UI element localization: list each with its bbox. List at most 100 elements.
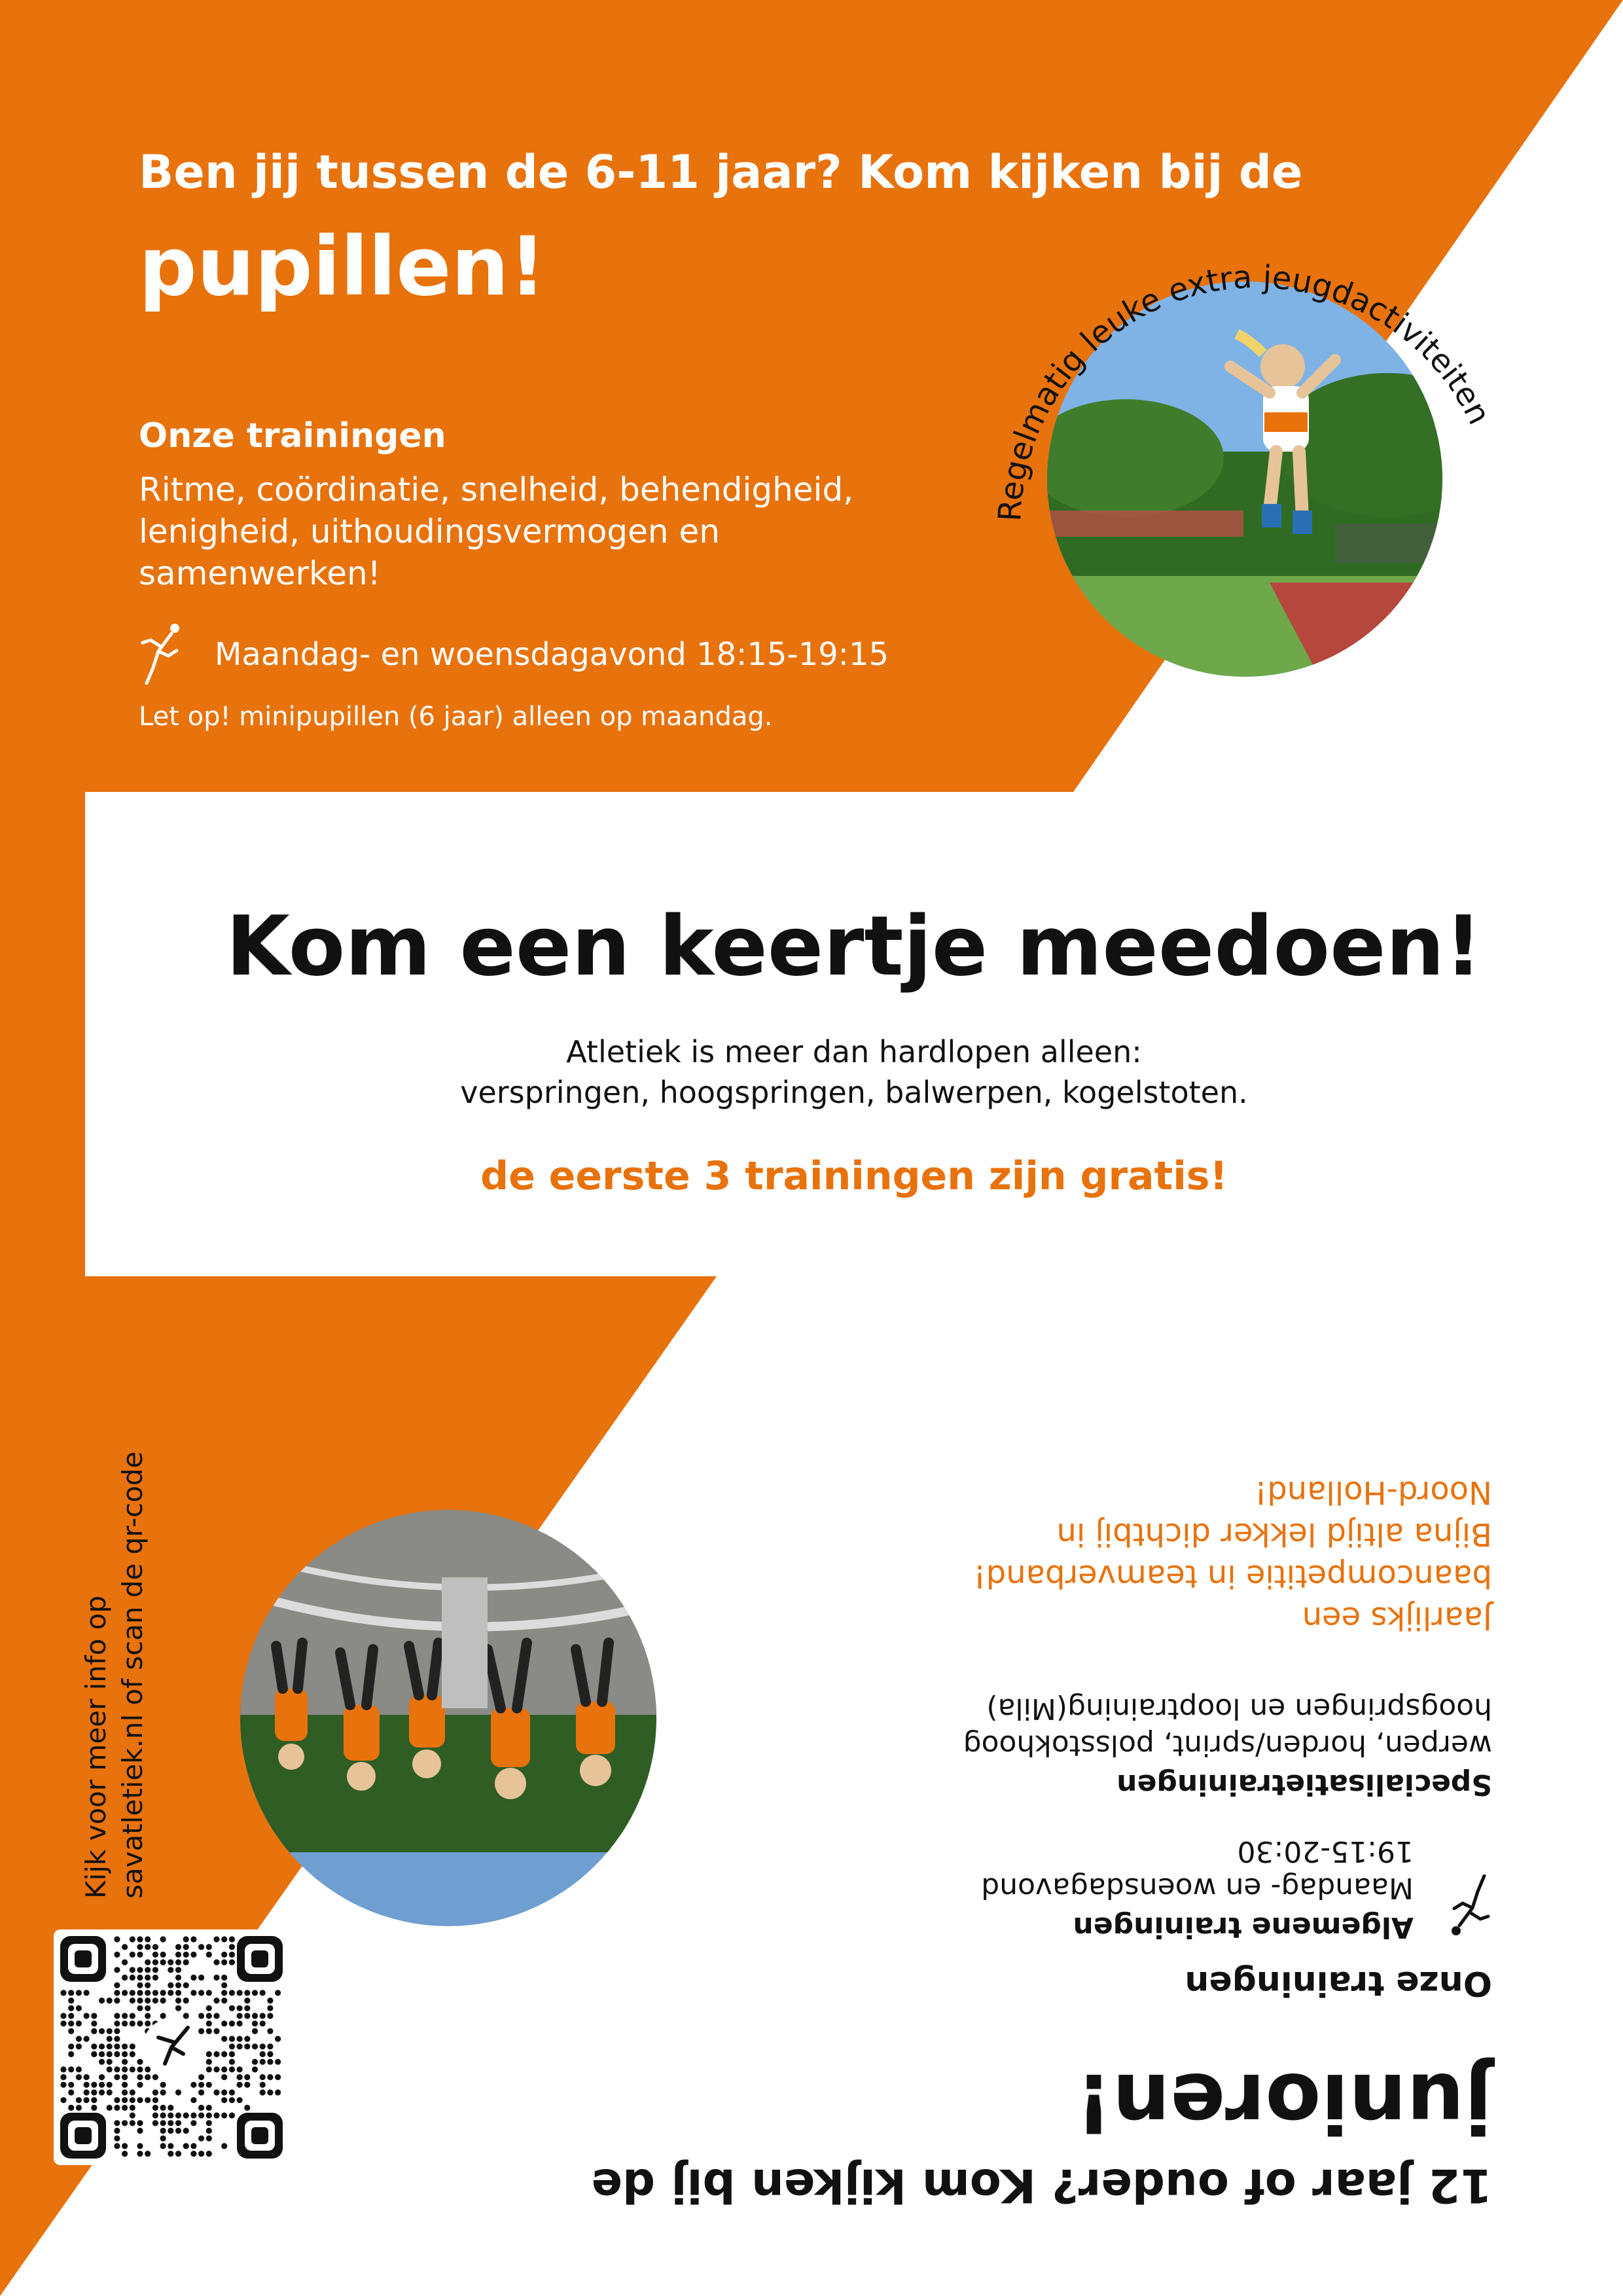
qr-module bbox=[183, 1944, 189, 1950]
qr-module bbox=[236, 1990, 243, 1996]
qr-module bbox=[221, 1974, 228, 1981]
qr-module bbox=[145, 2097, 151, 2104]
qr-module bbox=[75, 2005, 82, 2011]
qr-module bbox=[160, 2112, 166, 2119]
qr-module bbox=[205, 2120, 212, 2126]
qr-module bbox=[275, 2089, 281, 2096]
qr-code[interactable] bbox=[54, 1929, 289, 2165]
qr-module bbox=[129, 2043, 135, 2050]
qr-module bbox=[244, 2074, 251, 2081]
qr-module bbox=[236, 2066, 243, 2073]
qr-module bbox=[114, 2097, 120, 2104]
qr-module bbox=[152, 1944, 158, 1950]
qr-module bbox=[168, 1982, 174, 1988]
middle-offer: de eerste 3 trainingen zijn gratis! bbox=[480, 1153, 1228, 1199]
qr-module bbox=[221, 1982, 228, 1988]
junioren-specialist-text-1: werpen, horden/sprint, polsstokhoog bbox=[963, 1729, 1492, 1762]
qr-module bbox=[168, 2143, 174, 2149]
qr-module bbox=[190, 1936, 197, 1943]
qr-module bbox=[160, 1936, 166, 1943]
qr-module bbox=[205, 2013, 212, 2019]
qr-module bbox=[267, 2005, 274, 2011]
qr-module bbox=[114, 2074, 120, 2081]
qr-module bbox=[267, 2089, 274, 2096]
qr-module bbox=[91, 2020, 98, 2027]
qr-module bbox=[244, 2036, 251, 2042]
qr-module bbox=[251, 2020, 259, 2027]
middle-line-2: verspringen, hoogspringen, balwerpen, ko… bbox=[460, 1075, 1248, 1110]
qr-module bbox=[60, 2020, 67, 2027]
qr-module bbox=[160, 2127, 166, 2134]
qr-module bbox=[114, 2036, 120, 2042]
qr-module bbox=[129, 2089, 135, 2096]
qr-module bbox=[137, 2020, 143, 2027]
qr-module bbox=[68, 2051, 75, 2058]
qr-module bbox=[190, 2081, 197, 2088]
qr-module bbox=[137, 2143, 143, 2149]
qr-module bbox=[98, 2089, 105, 2096]
qr-module bbox=[236, 2081, 243, 2088]
qr-module bbox=[152, 2097, 158, 2104]
qr-module bbox=[168, 2112, 174, 2119]
qr-module bbox=[129, 2051, 135, 2058]
qr-module bbox=[106, 2104, 113, 2111]
qr-module bbox=[183, 2013, 189, 2019]
qr-module bbox=[251, 2013, 259, 2019]
athlete-icon bbox=[1452, 1874, 1490, 1935]
qr-module bbox=[236, 2013, 243, 2019]
qr-module bbox=[83, 2097, 90, 2104]
qr-module bbox=[68, 2013, 75, 2019]
qr-module bbox=[114, 2051, 120, 2058]
qr-module bbox=[190, 2120, 197, 2126]
qr-module bbox=[198, 2151, 205, 2157]
qr-module bbox=[213, 2013, 220, 2019]
qr-module bbox=[152, 1959, 158, 1965]
qr-module bbox=[221, 1936, 228, 1943]
qr-module bbox=[129, 1951, 135, 1958]
qr-module bbox=[152, 2104, 158, 2111]
qr-module bbox=[122, 2058, 128, 2065]
qr-module bbox=[114, 2013, 120, 2019]
qr-module bbox=[183, 1982, 189, 1988]
qr-module bbox=[205, 1990, 212, 1996]
qr-module bbox=[68, 2066, 75, 2073]
qr-module bbox=[160, 1998, 166, 2004]
junioren-specialist-heading: Specialisatietrainingen bbox=[1116, 1768, 1492, 1801]
qr-module bbox=[236, 2074, 243, 2081]
qr-module bbox=[221, 1998, 228, 2004]
qr-module bbox=[244, 1990, 251, 1996]
qr-module bbox=[190, 2112, 197, 2119]
qr-module bbox=[129, 2013, 135, 2019]
qr-caption: Kijk voor meer info op savatletiek.nl of… bbox=[78, 1427, 151, 1899]
qr-module bbox=[228, 2089, 235, 2096]
pupillen-note: Let op! minipupillen (6 jaar) alleen op … bbox=[139, 702, 773, 732]
qr-module bbox=[183, 1936, 189, 1943]
qr-module bbox=[122, 2081, 128, 2088]
qr-module bbox=[137, 2081, 143, 2088]
qr-module bbox=[114, 2043, 120, 2050]
qr-module bbox=[68, 2043, 75, 2050]
qr-module bbox=[228, 2066, 235, 2073]
qr-module bbox=[228, 2097, 235, 2104]
qr-module bbox=[137, 2058, 143, 2065]
qr-module bbox=[129, 2020, 135, 2027]
qr-module bbox=[160, 2120, 166, 2126]
qr-module bbox=[122, 2074, 128, 2081]
qr-module bbox=[251, 2043, 259, 2050]
qr-module bbox=[145, 2005, 151, 2011]
qr-module bbox=[259, 2089, 266, 2096]
qr-module bbox=[60, 2097, 67, 2104]
qr-module bbox=[205, 2151, 212, 2157]
qr-module bbox=[160, 2135, 166, 2142]
qr-module bbox=[91, 2043, 98, 2050]
qr-module bbox=[114, 2127, 120, 2134]
qr-module bbox=[275, 2036, 281, 2042]
qr-module bbox=[190, 1951, 197, 1958]
qr-module bbox=[205, 2135, 212, 2142]
qr-module bbox=[244, 1998, 251, 2004]
qr-module bbox=[145, 1990, 151, 1996]
qr-module bbox=[137, 1936, 143, 1943]
qr-module bbox=[221, 1959, 228, 1965]
middle-line-1: Atletiek is meer dan hardlopen alleen: bbox=[566, 1034, 1142, 1069]
qr-module bbox=[183, 1959, 189, 1965]
